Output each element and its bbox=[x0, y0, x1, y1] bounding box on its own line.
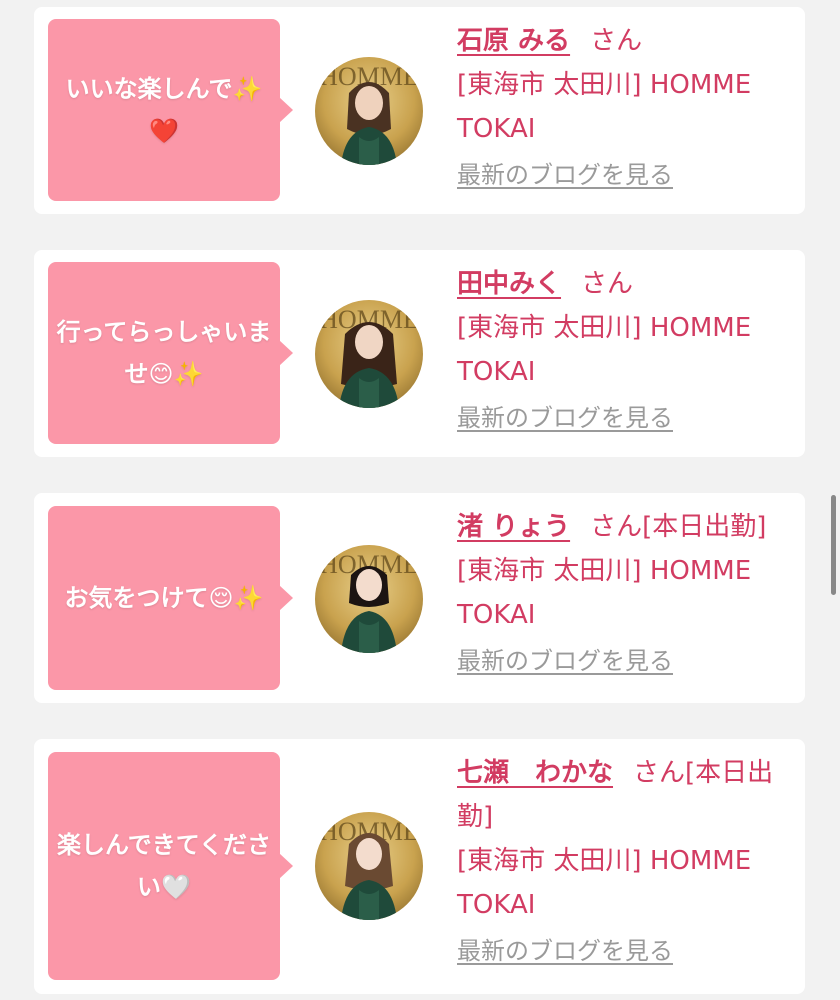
cast-card: 行ってらっしゃいませ😊✨ HOMME 田中みく さん [東海市 太田川] HOMM… bbox=[34, 250, 805, 457]
scrollbar[interactable] bbox=[831, 495, 836, 595]
cast-name-link[interactable]: 石原 みる bbox=[457, 26, 570, 56]
cast-card: お気をつけて😌✨ HOMME 渚 りょう さん[本日出勤] [東海市 太田川] H… bbox=[34, 493, 805, 703]
cast-card: いいな楽しんで✨❤️ HOMME 石原 みる さん [東海市 太田川] HOMME… bbox=[34, 7, 805, 214]
message-text: 楽しんできてください🤍 bbox=[56, 831, 272, 901]
avatar[interactable]: HOMME bbox=[315, 545, 423, 653]
latest-blog-link[interactable]: 最新のブログを見る bbox=[457, 929, 673, 973]
shop-name: [東海市 太田川] HOMME TOKAI bbox=[457, 556, 752, 630]
message-bubble: 行ってらっしゃいませ😊✨ bbox=[48, 262, 293, 444]
honorific: さん bbox=[590, 26, 643, 56]
shop-name: [東海市 太田川] HOMME TOKAI bbox=[457, 846, 752, 920]
status-badge: [本日出勤] bbox=[642, 512, 767, 542]
shop-name: [東海市 太田川] HOMME TOKAI bbox=[457, 313, 752, 387]
latest-blog-link[interactable]: 最新のブログを見る bbox=[457, 639, 673, 683]
cast-info: 七瀬 わかな さん[本日出勤] [東海市 太田川] HOMME TOKAI 最新の… bbox=[457, 751, 797, 973]
avatar[interactable]: HOMME bbox=[315, 300, 423, 408]
message-bubble: いいな楽しんで✨❤️ bbox=[48, 19, 293, 201]
honorific: さん bbox=[581, 269, 634, 299]
cast-info: 渚 りょう さん[本日出勤] [東海市 太田川] HOMME TOKAI 最新のブ… bbox=[457, 505, 797, 683]
message-bubble: 楽しんできてください🤍 bbox=[48, 752, 293, 980]
cast-info: 田中みく さん [東海市 太田川] HOMME TOKAI 最新のブログを見る bbox=[457, 262, 797, 440]
cast-card: 楽しんできてください🤍 HOMME 七瀬 わかな さん[本日出勤] [東海市 太田… bbox=[34, 739, 805, 994]
message-text: お気をつけて😌✨ bbox=[64, 584, 264, 612]
honorific: さん bbox=[590, 512, 643, 542]
latest-blog-link[interactable]: 最新のブログを見る bbox=[457, 396, 673, 440]
cast-name-link[interactable]: 七瀬 わかな bbox=[457, 758, 613, 788]
cast-name-link[interactable]: 田中みく bbox=[457, 269, 561, 299]
message-text: いいな楽しんで✨❤️ bbox=[65, 75, 263, 145]
honorific: さん bbox=[633, 758, 686, 788]
avatar[interactable]: HOMME bbox=[315, 812, 423, 920]
cast-name-link[interactable]: 渚 りょう bbox=[457, 512, 570, 542]
latest-blog-link[interactable]: 最新のブログを見る bbox=[457, 153, 673, 197]
shop-name: [東海市 太田川] HOMME TOKAI bbox=[457, 70, 752, 144]
cast-info: 石原 みる さん [東海市 太田川] HOMME TOKAI 最新のブログを見る bbox=[457, 19, 797, 197]
avatar[interactable]: HOMME bbox=[315, 57, 423, 165]
message-text: 行ってらっしゃいませ😊✨ bbox=[56, 318, 272, 388]
message-bubble: お気をつけて😌✨ bbox=[48, 506, 293, 690]
